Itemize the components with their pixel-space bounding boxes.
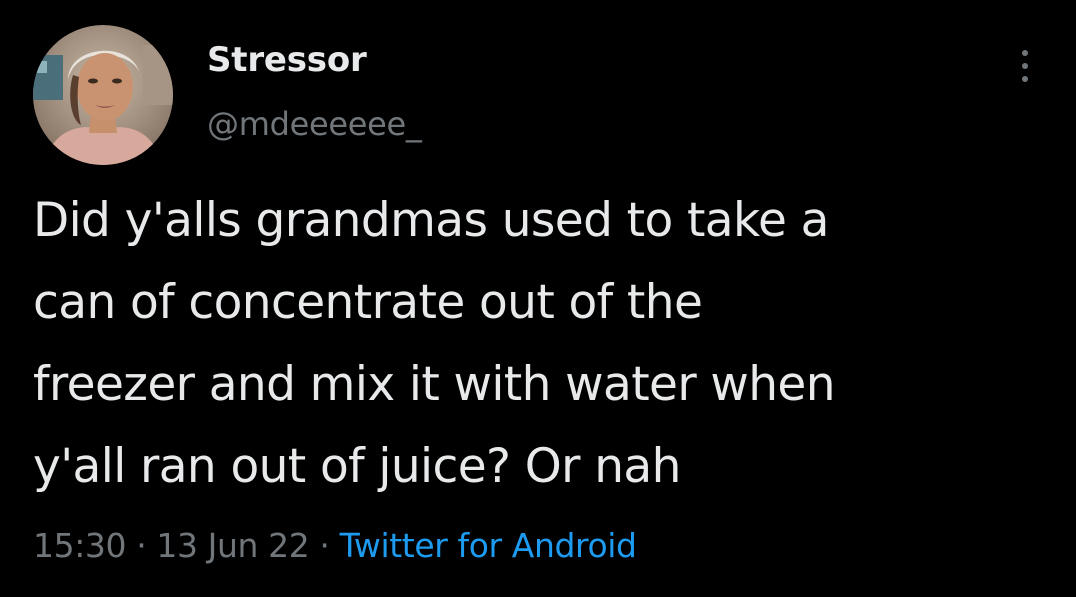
tweet-text-line: y'all ran out of juice? Or nah — [33, 439, 681, 494]
tweet-text-line: freezer and mix it with water when — [33, 357, 836, 412]
more-vertical-icon-dot — [1022, 63, 1028, 69]
more-vertical-icon — [1022, 50, 1028, 56]
separator-dot: · — [126, 526, 157, 565]
user-handle[interactable]: @mdeeeeee_ — [207, 104, 422, 144]
tweet-metadata: 15:30 · 13 Jun 22 · Twitter for Android — [33, 522, 637, 570]
tweet-text: Did y'alls grandmas used to take a can o… — [33, 180, 1063, 508]
profile-photo-icon — [33, 25, 173, 165]
avatar[interactable] — [33, 25, 173, 165]
tweet-card: Stressor @mdeeeeee_ Did y'alls grandmas … — [0, 0, 1076, 597]
tweet-date[interactable]: 13 Jun 22 — [156, 526, 309, 565]
tweet-text-line: Did y'alls grandmas used to take a — [33, 193, 829, 248]
more-vertical-icon-dot — [1022, 76, 1028, 82]
more-options-button[interactable] — [1005, 44, 1045, 88]
tweet-time[interactable]: 15:30 — [33, 526, 127, 565]
display-name[interactable]: Stressor — [207, 40, 367, 80]
tweet-text-line: can of concentrate out of the — [33, 275, 703, 330]
tweet-source-link[interactable]: Twitter for Android — [340, 526, 637, 565]
separator-dot: · — [309, 526, 340, 565]
